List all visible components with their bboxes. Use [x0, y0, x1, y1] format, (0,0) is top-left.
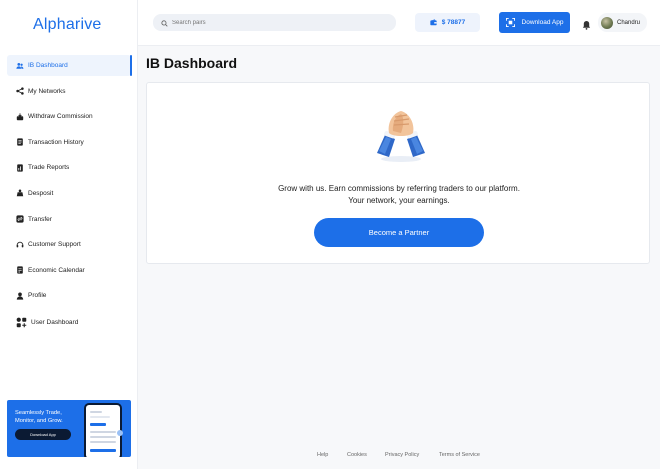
- become-partner-button[interactable]: Become a Partner: [314, 218, 484, 247]
- top-header: $ 78877 Download App Chandru: [138, 0, 660, 46]
- sidebar-item-label: Transaction History: [28, 138, 84, 146]
- balance-value: $ 78877: [441, 19, 466, 26]
- tagline-secondary: Your network, your earnings.: [348, 196, 450, 205]
- promo-download-button[interactable]: Download App: [15, 429, 71, 440]
- sidebar-item-label: Trade Reports: [28, 164, 70, 172]
- wallet-balance[interactable]: $ 78877: [415, 13, 480, 32]
- dashboard-grid-icon: [16, 317, 27, 328]
- user-name: Chandru: [617, 19, 641, 26]
- download-label: Download App: [521, 19, 564, 26]
- notification-bell-icon[interactable]: [582, 17, 591, 35]
- sidebar-item-customer-support[interactable]: Customer Support: [7, 234, 131, 255]
- headset-icon: [16, 241, 24, 249]
- sidebar-item-label: Desposit: [28, 189, 54, 197]
- sidebar-item-user-dashboard[interactable]: User Dashboard: [7, 311, 131, 335]
- calendar-icon: [16, 266, 24, 274]
- sidebar-item-profile[interactable]: Profile: [7, 285, 131, 306]
- sidebar-item-label: Economic Calendar: [28, 266, 85, 274]
- deposit-icon: [16, 189, 24, 197]
- user-menu[interactable]: Chandru: [598, 13, 647, 32]
- qr-scan-icon: [505, 18, 515, 27]
- brand-logo[interactable]: Alpharive: [33, 16, 102, 34]
- sidebar-item-economic-calendar[interactable]: Economic Calendar: [7, 260, 131, 281]
- sidebar-item-label: Customer Support: [28, 241, 81, 249]
- sidebar-item-label: My Networks: [28, 87, 66, 95]
- transfer-icon: [16, 215, 24, 223]
- history-icon: [16, 138, 24, 146]
- sidebar-item-withdraw-commission[interactable]: Withdraw Commission: [7, 106, 131, 127]
- phone-mockup: [84, 403, 122, 457]
- search-bar[interactable]: [153, 14, 396, 31]
- footer-link-terms-of-service[interactable]: Terms of Service: [439, 452, 480, 458]
- tagline-primary: Grow with us. Earn commissions by referr…: [278, 184, 520, 193]
- sidebar-item-label: Withdraw Commission: [28, 113, 93, 121]
- avatar: [601, 16, 613, 29]
- sidebar: Alpharive IB Dashboard My Networks Withd…: [0, 0, 138, 469]
- download-app-promo[interactable]: Seamlessly Trade, Monitor, and Grow. Dow…: [7, 400, 131, 457]
- profile-icon: [16, 292, 24, 300]
- sidebar-item-ib-dashboard[interactable]: IB Dashboard: [7, 55, 132, 76]
- download-app-button[interactable]: Download App: [499, 12, 570, 33]
- sidebar-item-transaction-history[interactable]: Transaction History: [7, 132, 131, 153]
- handshake-illustration: [371, 105, 431, 165]
- promo-text: Seamlessly Trade, Monitor, and Grow.: [15, 410, 63, 424]
- sidebar-item-transfer[interactable]: Transfer: [7, 209, 131, 230]
- page-title: IB Dashboard: [146, 55, 238, 71]
- sidebar-nav: IB Dashboard My Networks Withdraw Commis…: [7, 55, 132, 340]
- promo-decoration: [117, 430, 123, 436]
- sidebar-item-trade-reports[interactable]: Trade Reports: [7, 157, 131, 178]
- sidebar-item-deposit[interactable]: Desposit: [7, 183, 131, 204]
- search-icon: [161, 14, 168, 32]
- wallet-icon: [430, 19, 437, 26]
- sidebar-item-label: IB Dashboard: [28, 62, 68, 69]
- sidebar-item-my-networks[interactable]: My Networks: [7, 81, 131, 102]
- report-icon: [16, 164, 24, 172]
- footer-link-cookies[interactable]: Cookies: [347, 452, 367, 458]
- sidebar-item-label: User Dashboard: [31, 319, 79, 327]
- users-icon: [16, 62, 24, 70]
- ib-promo-card: Grow with us. Earn commissions by referr…: [146, 82, 650, 264]
- network-icon: [16, 87, 24, 95]
- search-input[interactable]: [172, 19, 392, 26]
- footer-link-help[interactable]: Help: [317, 452, 328, 458]
- sidebar-item-label: Transfer: [28, 215, 52, 223]
- withdraw-icon: [16, 113, 24, 121]
- sidebar-item-label: Profile: [28, 292, 47, 300]
- footer-link-privacy-policy[interactable]: Privacy Policy: [385, 452, 419, 458]
